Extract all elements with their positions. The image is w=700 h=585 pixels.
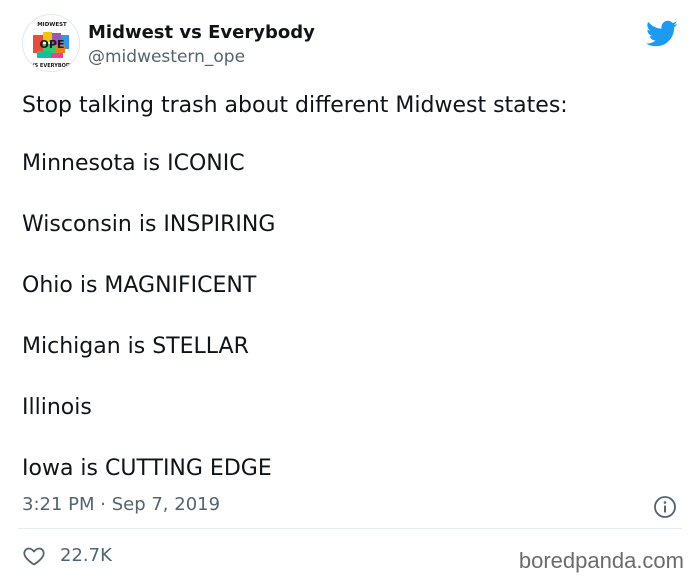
avatar-top-text: MIDWEST (37, 22, 67, 28)
twitter-bird-svg (646, 20, 678, 47)
handle[interactable]: @midwestern_ope (88, 46, 315, 68)
tweet-line-minnesota: Minnesota is ICONIC (22, 151, 245, 176)
avatar-center-text: OPE (40, 38, 65, 51)
tweet-line-intro: Stop talking trash about different Midwe… (22, 93, 568, 118)
info-svg (654, 496, 676, 518)
avatar-bottom-text: VS EVERYBODY (31, 63, 74, 69)
tweet-line-wisconsin: Wisconsin is INSPIRING (22, 212, 276, 237)
watermark: boredpanda.com (518, 548, 684, 573)
heart-svg (23, 547, 45, 566)
tweet-line-ohio: Ohio is MAGNIFICENT (22, 273, 257, 298)
tweet-card: OPE MIDWEST VS EVERYBODY Midwest vs Ever… (0, 0, 700, 585)
twitter-bird-icon[interactable] (646, 20, 678, 48)
tweet-timestamp[interactable]: 3:21 PM · Sep 7, 2019 (22, 493, 220, 517)
info-icon[interactable] (653, 495, 677, 519)
like-count: 22.7K (60, 545, 112, 566)
tweet-line-illinois: Illinois (22, 395, 92, 420)
heart-icon[interactable] (22, 544, 46, 568)
avatar-logo: OPE MIDWEST VS EVERYBODY (24, 16, 79, 71)
account-names: Midwest vs Everybody @midwestern_ope (88, 22, 315, 68)
tweet-header: OPE MIDWEST VS EVERYBODY Midwest vs Ever… (22, 14, 682, 76)
tweet-line-iowa: Iowa is CUTTING EDGE (22, 456, 272, 481)
display-name[interactable]: Midwest vs Everybody (88, 22, 315, 44)
tweet-line-michigan: Michigan is STELLAR (22, 334, 249, 359)
divider (18, 528, 682, 529)
avatar[interactable]: OPE MIDWEST VS EVERYBODY (22, 14, 80, 72)
